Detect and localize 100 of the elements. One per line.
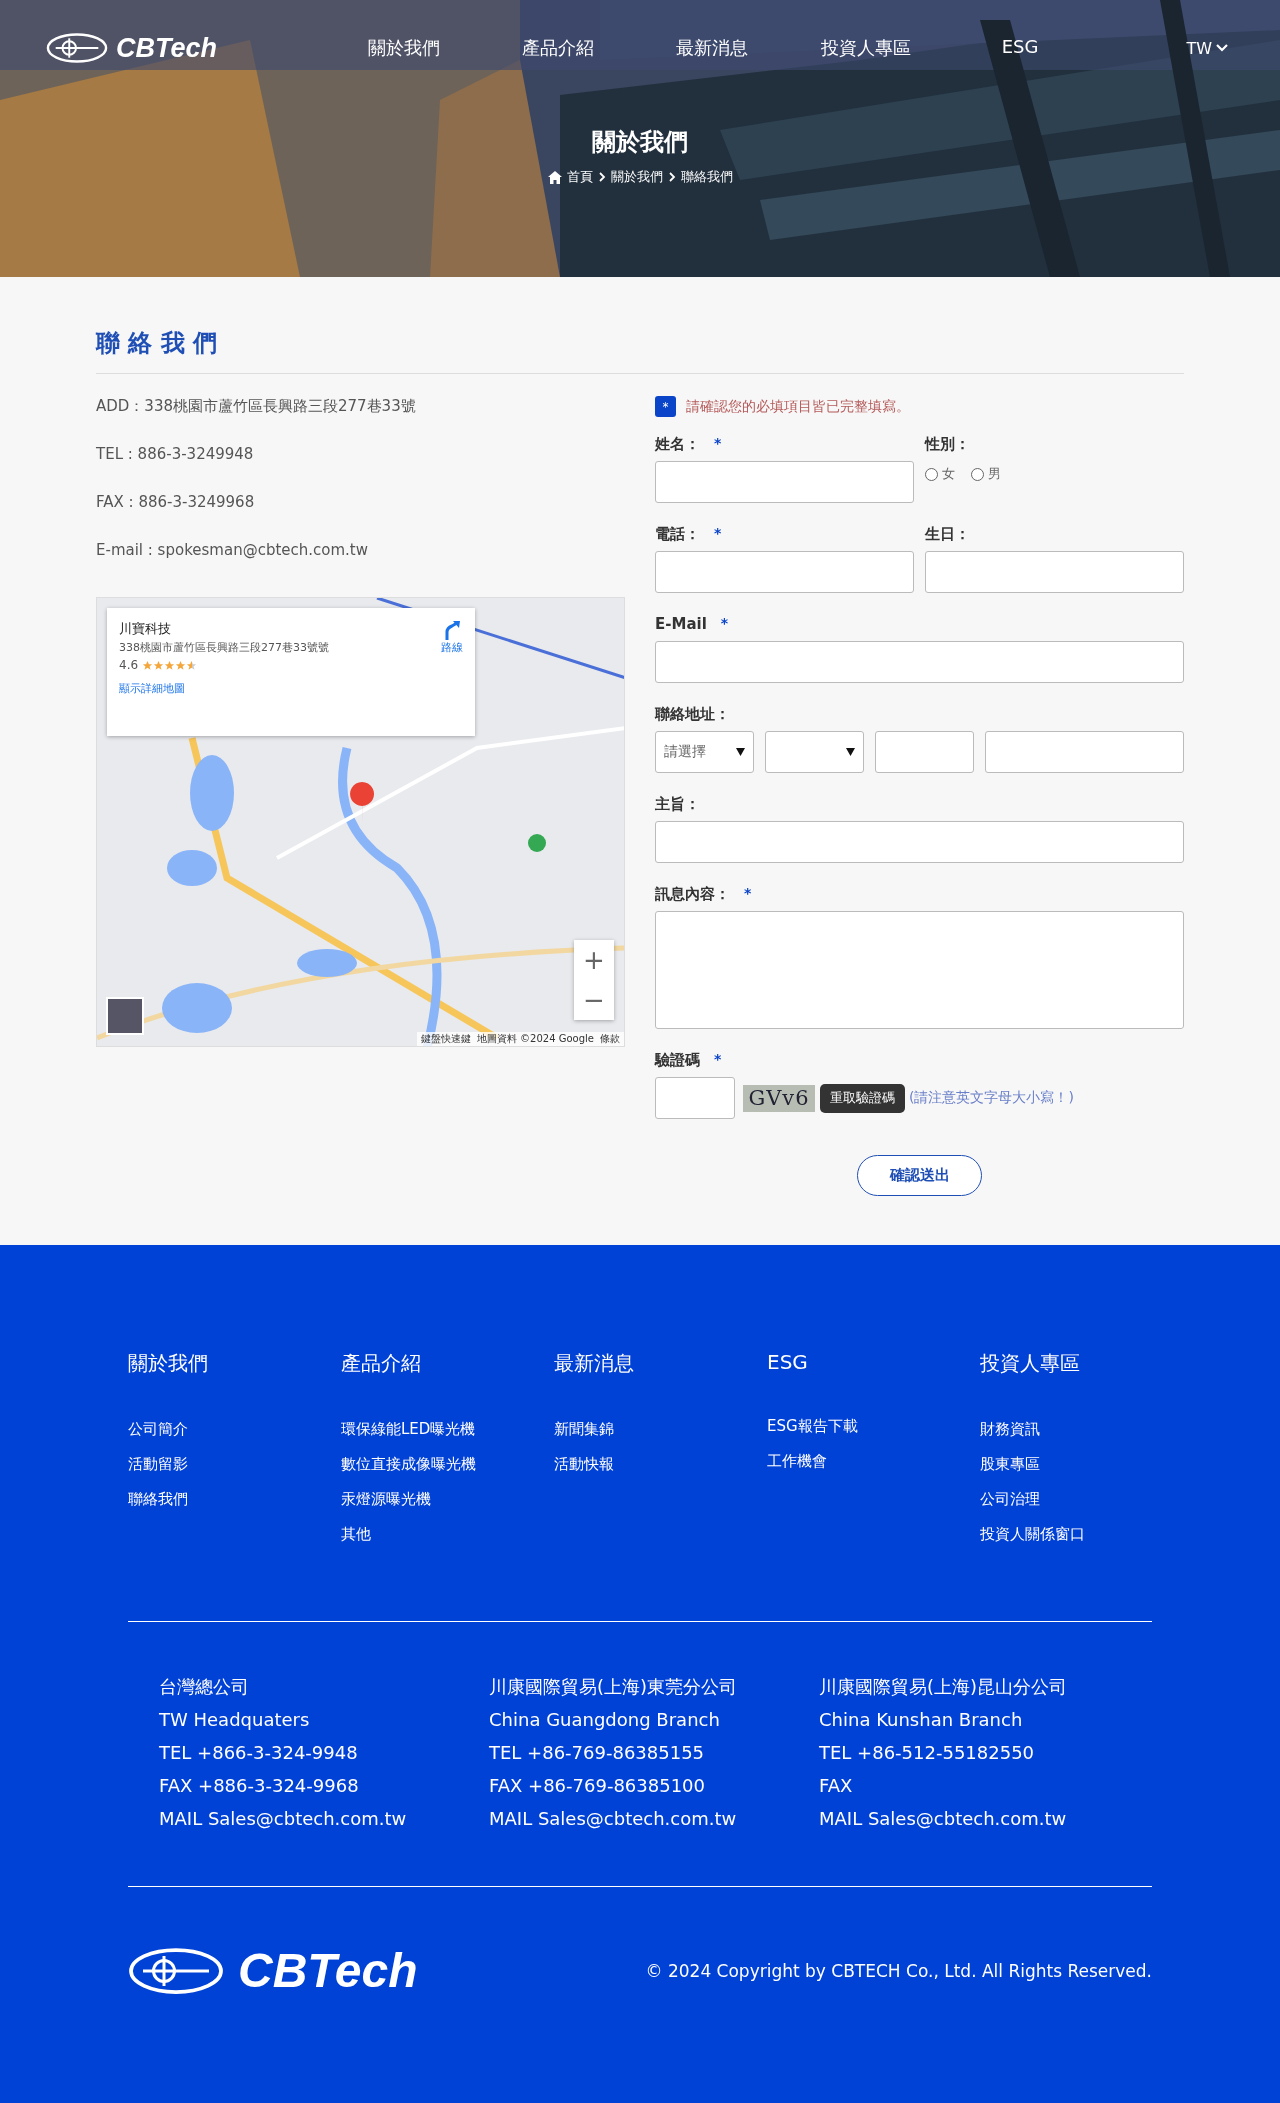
caret-icon	[846, 748, 855, 756]
required-mark: *	[744, 885, 752, 903]
contact-info: ADD：338桃園市蘆竹區長興路三段277巷33號	[96, 396, 417, 416]
city-select[interactable]: 請選擇	[655, 731, 754, 773]
footer-link[interactable]: 股東專區	[980, 1454, 1193, 1474]
phone-field[interactable]	[655, 551, 914, 593]
logo-icon	[128, 1945, 224, 1996]
nav-link[interactable]: 投資人專區	[789, 36, 943, 60]
required-mark: *	[714, 525, 722, 543]
footer-link[interactable]: 活動快報	[554, 1454, 767, 1474]
footer-link[interactable]: 活動留影	[128, 1454, 341, 1474]
star-icon	[153, 659, 165, 671]
field-label: 訊息內容：	[655, 885, 730, 903]
message-field[interactable]	[655, 911, 1184, 1029]
page-title: 關於我們	[592, 127, 688, 158]
required-mark: *	[720, 615, 729, 633]
footer-heading: 產品介紹	[341, 1350, 422, 1377]
footer-link[interactable]: 財務資訊	[980, 1419, 1193, 1439]
place-address: 338桃園市蘆竹區長興路三段277巷33號號	[119, 641, 329, 655]
office-info: FAX	[819, 1774, 854, 1798]
logo-icon	[46, 32, 108, 64]
office-info: FAX +86-769-86385100	[489, 1774, 707, 1798]
email-field[interactable]	[655, 641, 1184, 683]
field-label: 主旨：	[655, 795, 700, 813]
required-notice: 請確認您的必填項目皆已完整填寫。	[686, 397, 910, 416]
footer-heading: 關於我們	[128, 1350, 209, 1377]
home-icon	[547, 170, 562, 184]
field-label: 姓名：	[655, 435, 700, 453]
contact-info: TEL : 886-3-3249948	[96, 444, 255, 464]
star-icon	[164, 659, 176, 671]
office-info: 台灣總公司	[159, 1675, 250, 1699]
footer-heading: 投資人專區	[980, 1350, 1081, 1377]
chevron-right-icon	[667, 172, 676, 182]
field-label: 性別：	[925, 435, 970, 453]
nav-link[interactable]: 產品介紹	[481, 36, 635, 60]
breadcrumb-link[interactable]: 聯絡我們	[680, 168, 733, 186]
directions-icon	[443, 620, 461, 640]
street-field[interactable]	[985, 731, 1184, 773]
office-info: FAX +886-3-324-9968	[159, 1774, 360, 1798]
zoom-out-button[interactable]: −	[574, 980, 614, 1020]
footer-heading: 最新消息	[554, 1350, 635, 1377]
footer-link[interactable]: 公司簡介	[128, 1419, 341, 1439]
name-field[interactable]	[655, 461, 914, 503]
required-badge: *	[655, 396, 676, 417]
district-select[interactable]	[765, 731, 864, 773]
logo-text: CBTech	[238, 1943, 418, 1998]
breadcrumb-link[interactable]: 首頁	[566, 168, 593, 186]
refresh-captcha-button[interactable]: 重取驗證碼	[820, 1083, 905, 1113]
field-label: 電話：	[655, 525, 700, 543]
map[interactable]: 川寶科技 338桃園市蘆竹區長興路三段277巷33號號 4.6 顯示詳細地圖 路線 + − 鍵盤快速鍵 地圖資料 ©2024 Google 條款	[96, 597, 625, 1047]
nav-link[interactable]: 最新消息	[635, 36, 789, 60]
captcha-hint: (請注意英文字母大小寫！)	[909, 1089, 1074, 1107]
copyright: © 2024 Copyright by CBTECH Co., Ltd. All Rights Reserved.	[645, 1960, 1152, 1981]
office-info: 川康國際貿易(上海)昆山分公司	[819, 1675, 1069, 1699]
office-info: MAIL Sales@cbtech.com.tw	[159, 1807, 408, 1831]
place-name: 川寶科技	[119, 620, 172, 638]
subject-field[interactable]	[655, 821, 1184, 863]
map-detail-link[interactable]: 顯示詳細地圖	[119, 681, 441, 696]
footer-link[interactable]: 汞燈源曝光機	[341, 1489, 554, 1509]
submit-button[interactable]: 確認送出	[857, 1155, 982, 1196]
map-attribution: 地圖資料 ©2024 Google	[476, 1032, 594, 1046]
chevron-right-icon	[597, 172, 606, 182]
logo-text: CBTech	[116, 32, 217, 64]
captcha-image: GVv6	[743, 1084, 815, 1112]
caret-icon	[736, 748, 745, 756]
language-button[interactable]: TW	[1180, 37, 1234, 59]
footer-link[interactable]: 聯絡我們	[128, 1489, 341, 1509]
rating: 4.6	[119, 658, 139, 672]
footer-heading: ESG	[767, 1350, 809, 1374]
gender-radio[interactable]: 男	[971, 465, 1001, 483]
footer-link[interactable]: 環保綠能LED曝光機	[341, 1419, 554, 1439]
office-info: TW Headquaters	[159, 1708, 311, 1732]
office-info: TEL +86-769-86385155	[489, 1741, 706, 1765]
zoom-in-button[interactable]: +	[574, 940, 614, 980]
contact-info: FAX : 886-3-3249968	[96, 492, 256, 512]
footer-link[interactable]: 其他	[341, 1524, 554, 1544]
star-icon	[142, 659, 154, 671]
office-info: MAIL Sales@cbtech.com.tw	[489, 1807, 738, 1831]
breadcrumb-link[interactable]: 關於我們	[610, 168, 663, 186]
map-attribution: 條款	[600, 1032, 620, 1046]
nav-link[interactable]: ESG	[943, 36, 1097, 60]
required-mark: *	[714, 435, 722, 453]
chevron-down-icon	[1216, 44, 1228, 52]
star-icon	[186, 659, 198, 671]
footer-link[interactable]: 數位直接成像曝光機	[341, 1454, 554, 1474]
footer-link[interactable]: 新聞集錦	[554, 1419, 767, 1439]
office-info: TEL +866-3-324-9948	[159, 1741, 359, 1765]
star-icon	[175, 659, 187, 671]
field-label: 聯絡地址：	[655, 705, 730, 723]
section-title: 聯 絡 我 們	[96, 327, 1184, 374]
birthday-field[interactable]	[925, 551, 1184, 593]
captcha-field[interactable]	[655, 1077, 735, 1119]
zip-field[interactable]	[875, 731, 974, 773]
directions-button[interactable]: 路線	[441, 620, 463, 666]
gender-radio[interactable]: 女	[925, 465, 955, 483]
footer-link[interactable]: 公司治理	[980, 1489, 1193, 1509]
footer-link[interactable]: 投資人關係窗口	[980, 1524, 1193, 1544]
nav-link[interactable]: 關於我們	[327, 36, 481, 60]
footer-link[interactable]: ESG報告下載	[767, 1416, 980, 1436]
footer-link[interactable]: 工作機會	[767, 1451, 980, 1471]
